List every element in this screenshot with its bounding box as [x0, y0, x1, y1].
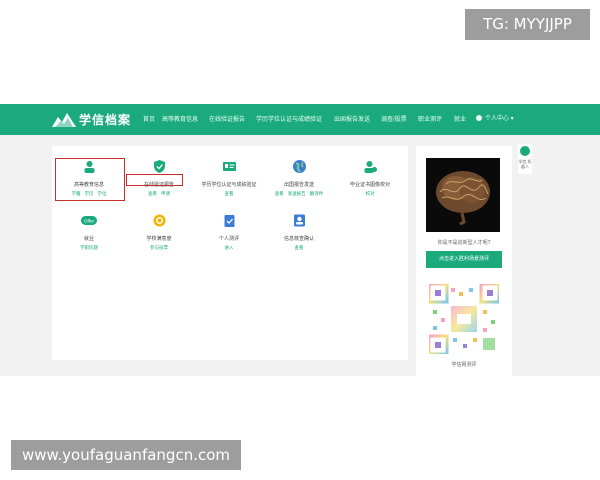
highlight-box	[55, 158, 125, 201]
nav-item-overseas-report[interactable]: 出国报告发送	[334, 114, 370, 123]
service-info-verification[interactable]: 信息核查确认 查看	[264, 208, 334, 254]
service-diploma-image-check[interactable]: 毕业证书图像校对 校对	[335, 154, 405, 200]
floating-robot-widget[interactable]: 学信 机器人	[518, 144, 532, 174]
user-check-icon	[364, 161, 377, 173]
qr-code-label: 学信网测评	[451, 362, 477, 368]
service-links: 进入	[194, 245, 264, 251]
service-personal-assessment[interactable]: 个人测评 进入	[194, 208, 264, 254]
service-links: 查看	[264, 245, 334, 251]
watermark-tag: TG: MYYJJPP	[465, 9, 590, 40]
service-title: 就业	[83, 236, 94, 242]
profile-icon	[294, 214, 305, 227]
service-link[interactable]: 查看	[295, 245, 304, 250]
service-employment[interactable]: Offer 就业 学职问题	[54, 208, 124, 254]
service-link[interactable]: 校对	[366, 191, 375, 196]
id-card-icon	[223, 162, 236, 171]
service-link[interactable]: 查看	[225, 191, 234, 196]
enter-assessment-button[interactable]: 点击进入胜利场景测评	[426, 251, 502, 268]
service-school-satisfaction[interactable]: 学校满意度 参与投票	[124, 208, 194, 254]
globe-icon	[293, 160, 306, 173]
user-center-menu[interactable]: 个人中心 ▾	[476, 113, 514, 122]
service-title: 个人测评	[218, 236, 239, 242]
nav-item-survey[interactable]: 调查/投票	[381, 114, 407, 123]
chsi-archive-page: 学信档案 首页 高等教育信息 在线验证报告 学历学位认证与成绩验证 出国报告发送…	[0, 104, 600, 376]
service-title: 学校满意度	[146, 236, 172, 242]
service-links: 查看	[194, 191, 264, 197]
service-link[interactable]: 进入	[225, 245, 234, 250]
service-link[interactable]: 学职问题	[80, 245, 98, 250]
user-icon	[476, 115, 482, 122]
offer-icon: Offer	[81, 216, 97, 225]
service-links: 校对	[335, 191, 405, 197]
service-link[interactable]: 查看	[148, 191, 157, 196]
service-title: 学历学位认证与成绩验证	[201, 182, 257, 188]
nav-item-career-test[interactable]: 职业测评	[418, 114, 442, 123]
right-sidebar: 你是不是追新型人才呢? 点击进入胜利场景测评 学信网测评	[416, 146, 512, 376]
highlight-box	[126, 174, 183, 186]
service-links: 查看 申请	[124, 191, 194, 197]
top-navigation-bar: 学信档案 首页 高等教育信息 在线验证报告 学历学位认证与成绩验证 出国报告发送…	[0, 104, 600, 135]
robot-label: 学信 机器人	[518, 159, 532, 169]
site-logo-text: 学信档案	[79, 113, 132, 127]
service-link[interactable]: 查看	[275, 191, 284, 196]
service-grid-panel: 高等教育信息 学籍 学历 学位 在线验证报告 查看 申请 学历学位认证与成绩验证 查看…	[52, 146, 408, 360]
brain-image	[426, 158, 500, 232]
service-link[interactable]: 翻译件	[310, 191, 324, 196]
nav-item-degree-certification[interactable]: 学历学位认证与成绩验证	[256, 114, 322, 123]
service-title: 出国报告发送	[283, 182, 314, 188]
service-title: 信息核查确认	[283, 236, 314, 242]
qr-code-image	[429, 284, 499, 354]
shield-check-icon	[154, 160, 165, 173]
service-degree-certification[interactable]: 学历学位认证与成绩验证 查看	[194, 154, 264, 200]
service-overseas-report[interactable]: 出国报告发送 查看 发送报告 翻译件	[264, 154, 334, 200]
service-link[interactable]: 申请	[161, 191, 170, 196]
user-center-label: 个人中心 ▾	[485, 116, 514, 122]
site-logo[interactable]: 学信档案	[52, 110, 132, 130]
medal-icon	[153, 214, 166, 227]
nav-item-employment[interactable]: 就业	[454, 114, 466, 123]
service-links: 学职问题	[54, 245, 124, 251]
svg-text:Offer: Offer	[84, 219, 95, 224]
logo-mark-icon	[52, 113, 76, 127]
nav-item-online-verification[interactable]: 在线验证报告	[209, 114, 245, 123]
promo-question: 你是不是追新型人才呢?	[437, 240, 491, 246]
nav-item-higher-education[interactable]: 高等教育信息	[162, 114, 198, 123]
clipboard-icon	[224, 215, 235, 227]
service-link[interactable]: 参与投票	[150, 245, 168, 250]
robot-icon	[520, 146, 530, 156]
service-links: 参与投票	[124, 245, 194, 251]
service-link[interactable]: 发送报告	[288, 191, 306, 196]
service-links: 查看 发送报告 翻译件	[264, 191, 334, 197]
screenshot-stage: TG: MYYJJPP 学信档案 首页 高等教育信息 在线验证报告 学历学位认证…	[0, 0, 600, 480]
service-title: 毕业证书图像校对	[349, 182, 390, 188]
nav-item-home[interactable]: 首页	[143, 114, 155, 123]
watermark-url: www.youfaguanfangcn.com	[11, 440, 241, 470]
